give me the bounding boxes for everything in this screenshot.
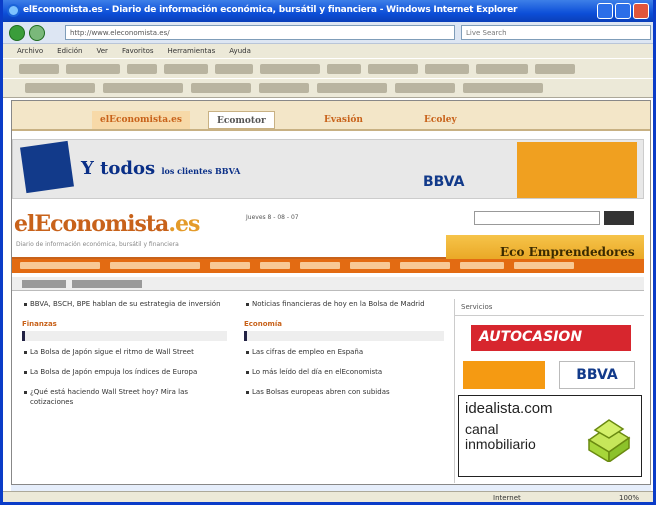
address-bar[interactable]: http://www.eleconomista.es/ bbox=[65, 25, 455, 40]
section-bar bbox=[22, 331, 227, 341]
tab-eleconomista[interactable]: elEconomista.es bbox=[92, 111, 190, 129]
ad-orange-panel bbox=[517, 142, 637, 198]
site-search bbox=[474, 211, 634, 225]
site-tabs: elEconomista.es Ecomotor Evasión Ecoley bbox=[12, 101, 650, 131]
section-nav bbox=[12, 259, 644, 273]
nav-item[interactable] bbox=[210, 262, 250, 269]
eco-banner-text: Eco Emprendedores bbox=[500, 245, 635, 259]
news-item[interactable]: Las cifras de empleo en España bbox=[244, 347, 444, 357]
toolbar-button[interactable] bbox=[164, 63, 208, 74]
back-icon[interactable] bbox=[9, 25, 25, 41]
favorites-link[interactable] bbox=[259, 83, 309, 93]
window-title: elEconomista.es - Diario de información … bbox=[23, 5, 518, 15]
site-tagline: Diario de información económica, bursáti… bbox=[16, 241, 179, 248]
sub-nav bbox=[12, 277, 644, 291]
favorites-link[interactable] bbox=[463, 83, 543, 93]
nav-item[interactable] bbox=[350, 262, 390, 269]
bbva-ad-banner[interactable]: Y todos los clientes BBVA BBVA bbox=[12, 139, 644, 199]
subnav-item[interactable] bbox=[22, 280, 66, 288]
menu-herramientas[interactable]: Herramientas bbox=[168, 47, 216, 55]
site-search-button[interactable] bbox=[604, 211, 634, 225]
nav-item[interactable] bbox=[400, 262, 450, 269]
window-controls bbox=[597, 3, 649, 19]
emplea-banner[interactable] bbox=[463, 361, 545, 389]
nav-item[interactable] bbox=[20, 262, 100, 269]
favorites-link[interactable] bbox=[395, 83, 455, 93]
news-item[interactable]: La Bolsa de Japón empuja los índices de … bbox=[22, 367, 227, 377]
toolbar-button[interactable] bbox=[368, 63, 418, 74]
toolbar-button[interactable] bbox=[215, 63, 253, 74]
title-bar: elEconomista.es - Diario de información … bbox=[3, 0, 653, 22]
menu-favoritos[interactable]: Favoritos bbox=[122, 47, 154, 55]
ad-brand: BBVA bbox=[423, 174, 465, 190]
toolbar-button[interactable] bbox=[535, 63, 575, 74]
section-bar bbox=[244, 331, 444, 341]
ad-headline: Y todos los clientes BBVA bbox=[81, 158, 241, 179]
toolbar-button[interactable] bbox=[127, 63, 157, 74]
toolbar bbox=[3, 58, 653, 78]
close-button[interactable] bbox=[633, 3, 649, 19]
toolbar-button[interactable] bbox=[476, 63, 528, 74]
tab-ecoley[interactable]: Ecoley bbox=[416, 111, 465, 129]
menu-archivo[interactable]: Archivo bbox=[17, 47, 43, 55]
section-title[interactable]: Finanzas bbox=[22, 319, 227, 329]
news-item[interactable]: Lo más leído del día en elEconomista bbox=[244, 367, 444, 377]
nav-item[interactable] bbox=[300, 262, 340, 269]
site-search-input[interactable] bbox=[474, 211, 600, 225]
page-content: elEconomista.es Ecomotor Evasión Ecoley … bbox=[11, 100, 651, 485]
news-column-middle: Noticias financieras de hoy en la Bolsa … bbox=[244, 299, 444, 407]
zoom-level[interactable]: 100% bbox=[619, 494, 639, 502]
tab-ecomotor[interactable]: Ecomotor bbox=[208, 111, 275, 129]
toolbar-button[interactable] bbox=[327, 63, 361, 74]
menu-ayuda[interactable]: Ayuda bbox=[229, 47, 251, 55]
address-row: http://www.eleconomista.es/ Live Search bbox=[3, 22, 653, 44]
internet-explorer-icon bbox=[7, 4, 20, 17]
news-item[interactable]: La Bolsa de Japón sigue el ritmo de Wall… bbox=[22, 347, 227, 357]
services-header: Servicios bbox=[455, 299, 644, 316]
ad-box-image bbox=[20, 140, 74, 194]
browser-window: elEconomista.es - Diario de información … bbox=[0, 0, 656, 505]
subnav-item[interactable] bbox=[72, 280, 142, 288]
nav-item[interactable] bbox=[110, 262, 200, 269]
toolbar-button[interactable] bbox=[425, 63, 469, 74]
toolbar-button[interactable] bbox=[66, 63, 120, 74]
autocasion-banner[interactable]: AUTOCASION bbox=[471, 325, 631, 351]
minimize-button[interactable] bbox=[597, 3, 613, 19]
news-item[interactable]: Las Bolsas europeas abren con subidas bbox=[244, 387, 444, 397]
favorites-bar bbox=[3, 78, 653, 98]
favorites-link[interactable] bbox=[191, 83, 251, 93]
menu-edicion[interactable]: Edición bbox=[57, 47, 82, 55]
nav-item[interactable] bbox=[260, 262, 290, 269]
news-column-left: BBVA, BSCH, BPE hablan de su estrategia … bbox=[22, 299, 227, 417]
site-logo[interactable]: elEconomista.es bbox=[14, 211, 200, 237]
menu-ver[interactable]: Ver bbox=[97, 47, 108, 55]
idealista-banner[interactable]: idealista.com canal inmobiliario bbox=[458, 395, 642, 477]
news-item[interactable]: ¿Qué está haciendo Wall Street hoy? Mira… bbox=[22, 387, 227, 407]
nav-item[interactable] bbox=[460, 262, 504, 269]
security-zone: Internet bbox=[493, 494, 521, 502]
toolbar-button[interactable] bbox=[19, 63, 59, 74]
favorites-link[interactable] bbox=[317, 83, 387, 93]
menu-bar: Archivo Edición Ver Favoritos Herramient… bbox=[3, 44, 653, 58]
favorites-link[interactable] bbox=[103, 83, 183, 93]
idealista-title: idealista.com bbox=[465, 400, 553, 417]
toolbar-button[interactable] bbox=[260, 63, 320, 74]
news-item[interactable]: Noticias financieras de hoy en la Bolsa … bbox=[244, 299, 444, 309]
forward-icon[interactable] bbox=[29, 25, 45, 41]
site-header: elEconomista.es Diario de información ec… bbox=[12, 203, 644, 269]
house-icon bbox=[587, 419, 631, 462]
section-title[interactable]: Economía bbox=[244, 319, 444, 329]
bbva-banner[interactable]: BBVA bbox=[559, 361, 635, 389]
news-item[interactable]: BBVA, BSCH, BPE hablan de su estrategia … bbox=[22, 299, 227, 309]
tab-evasion[interactable]: Evasión bbox=[316, 111, 371, 129]
status-bar: Internet 100% bbox=[3, 491, 653, 502]
services-column: Servicios AUTOCASION BBVA idealista.com … bbox=[454, 299, 644, 483]
maximize-button[interactable] bbox=[615, 3, 631, 19]
live-search-box[interactable]: Live Search bbox=[461, 25, 651, 40]
favorites-link[interactable] bbox=[25, 83, 95, 93]
idealista-subtitle: canal inmobiliario bbox=[465, 421, 536, 452]
date-info: Jueves 8 - 08 - 07 bbox=[246, 214, 299, 221]
nav-item[interactable] bbox=[514, 262, 574, 269]
